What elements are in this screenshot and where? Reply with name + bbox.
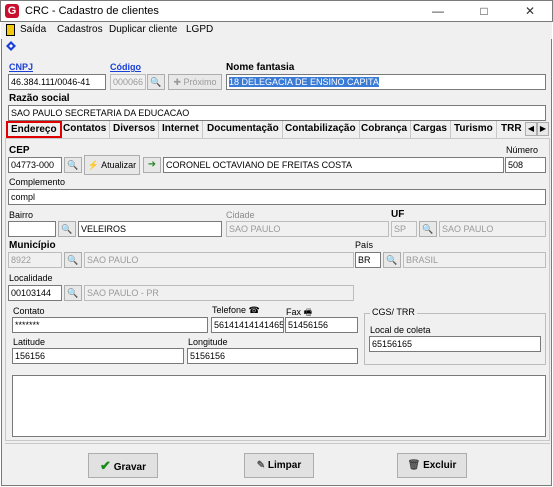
observacoes-textarea[interactable]: [12, 375, 546, 437]
localidade-search-button[interactable]: 🔍: [64, 285, 82, 301]
bairro-input[interactable]: VELEIROS: [78, 221, 222, 237]
localidade-label: Localidade: [9, 273, 53, 283]
longitude-input[interactable]: 5156156: [187, 348, 358, 364]
numero-input[interactable]: 508: [505, 157, 546, 173]
tab-documentacao[interactable]: Documentação: [204, 121, 283, 138]
codigo-search-button[interactable]: 🔍: [147, 74, 165, 90]
tab-endereco[interactable]: Endereço: [6, 121, 62, 138]
navigate-icon[interactable]: [6, 41, 16, 51]
cgs-trr-label: CGS/ TRR: [370, 307, 417, 317]
trash-icon: 🗑: [407, 460, 421, 471]
complemento-label: Complemento: [9, 177, 66, 187]
uf-search-button[interactable]: 🔍: [419, 221, 437, 237]
nome-fantasia-input[interactable]: 18 DELEGACIA DE ENSINO CAPITA: [226, 74, 546, 90]
numero-label: Número: [506, 145, 539, 155]
latitude-input[interactable]: 156156: [12, 348, 184, 364]
cidade-input[interactable]: SAO PAULO: [226, 221, 389, 237]
contato-label: Contato: [13, 306, 45, 316]
tab-scroll-left-button[interactable]: ◀: [525, 122, 537, 136]
pais-search-button[interactable]: 🔍: [383, 252, 401, 268]
nome-fantasia-label: Nome fantasia: [226, 62, 295, 73]
app-logo-icon: G: [5, 4, 19, 18]
menu-cadastros[interactable]: Cadastros: [57, 24, 103, 35]
cidade-label: Cidade: [226, 210, 255, 220]
uf-name-input[interactable]: SAO PAULO: [439, 221, 546, 237]
latitude-label: Latitude: [13, 337, 46, 347]
tab-contatos[interactable]: Contatos: [60, 121, 111, 138]
tab-turismo[interactable]: Turismo: [451, 121, 497, 138]
phone-icon: ☎: [248, 305, 260, 315]
pais-label: País: [355, 240, 374, 250]
menu-duplicar-cliente[interactable]: Duplicar cliente: [109, 24, 177, 35]
razao-social-input[interactable]: SAO PAULO SECRETARIA DA EDUCACAO: [8, 105, 546, 121]
tab-internet[interactable]: Internet: [159, 121, 203, 138]
bairro-code-input[interactable]: [8, 221, 56, 237]
menu-saida[interactable]: Saída: [20, 24, 46, 35]
excluir-label: Excluir: [423, 460, 457, 471]
cnpj-input[interactable]: 46.384.111/0046-41: [8, 74, 106, 90]
cnpj-label[interactable]: CNPJ: [9, 62, 33, 72]
local-coleta-input[interactable]: 65156165: [369, 336, 541, 352]
bairro-search-button[interactable]: 🔍: [58, 221, 76, 237]
razao-social-label: Razão social: [9, 93, 70, 104]
localidade-input[interactable]: SAO PAULO - PR: [84, 285, 354, 301]
gravar-button[interactable]: ✔ Gravar: [88, 453, 158, 478]
tab-trr[interactable]: TRR: [498, 121, 525, 138]
logradouro-input[interactable]: CORONEL OCTAVIANO DE FREITAS COSTA: [163, 157, 504, 173]
municipio-label: Município: [9, 240, 56, 251]
cep-search-button[interactable]: 🔍: [64, 157, 82, 173]
eraser-icon: ✎: [256, 460, 266, 471]
bairro-label: Bairro: [9, 210, 34, 220]
telefone-label: Telefone ☎: [212, 305, 260, 315]
pais-input[interactable]: BRASIL: [403, 252, 546, 268]
municipio-input[interactable]: SAO PAULO: [84, 252, 354, 268]
atualizar-button[interactable]: ⚡ Atualizar: [84, 155, 140, 175]
exit-door-icon: [6, 24, 15, 36]
longitude-label: Longitude: [188, 337, 228, 347]
check-icon: ✔: [100, 458, 111, 473]
pais-code-input[interactable]: BR: [355, 252, 381, 268]
telefone-input[interactable]: 56141414141465: [211, 317, 284, 333]
tab-scroll-right-button[interactable]: ▶: [537, 122, 549, 136]
tab-cargas[interactable]: Cargas: [410, 121, 451, 138]
maximize-button[interactable]: □: [461, 1, 507, 22]
tab-diversos[interactable]: Diversos: [110, 121, 160, 138]
local-coleta-label: Local de coleta: [370, 325, 431, 335]
limpar-label: Limpar: [267, 460, 302, 471]
municipio-search-button[interactable]: 🔍: [64, 252, 82, 268]
minimize-button[interactable]: —: [415, 1, 461, 22]
contato-input[interactable]: *******: [12, 317, 208, 333]
title-bar: G CRC - Cadastro de clientes — □ ✕: [0, 0, 553, 22]
tab-contabilizacao[interactable]: Contabilização: [282, 121, 360, 138]
uf-label: UF: [391, 209, 405, 220]
cep-label: CEP: [9, 145, 30, 156]
tab-cobranca[interactable]: Cobrança: [358, 121, 412, 138]
lightning-icon: ⚡: [87, 160, 100, 170]
proximo-label: Próximo: [183, 77, 217, 87]
uf-input[interactable]: SP: [391, 221, 417, 237]
cep-input[interactable]: 04773-000: [8, 157, 62, 173]
fax-icon: 🖷: [303, 307, 313, 317]
form-area: CNPJ 46.384.111/0046-41 Código 000066 🔍 …: [1, 39, 552, 486]
tab-strip: Endereço Contatos Diversos Internet Docu…: [5, 121, 550, 138]
menu-lgpd[interactable]: LGPD: [186, 24, 213, 35]
complemento-input[interactable]: compl: [8, 189, 546, 205]
atualizar-label: Atualizar: [101, 160, 137, 170]
codigo-label[interactable]: Código: [110, 62, 141, 72]
proximo-button[interactable]: ✚ Próximo: [168, 74, 222, 90]
limpar-button[interactable]: ✎ Limpar: [244, 453, 314, 478]
excluir-button[interactable]: 🗑 Excluir: [397, 453, 467, 478]
copy-address-button[interactable]: ➜: [143, 157, 161, 173]
close-button[interactable]: ✕: [507, 1, 553, 22]
nome-fantasia-selection: 18 DELEGACIA DE ENSINO CAPITA: [229, 77, 379, 87]
localidade-code-input[interactable]: 00103144: [8, 285, 62, 301]
footer-divider: [5, 443, 550, 444]
window-title: CRC - Cadastro de clientes: [25, 5, 159, 17]
gravar-label: Gravar: [113, 462, 146, 473]
codigo-input[interactable]: 000066: [110, 74, 146, 90]
fax-input[interactable]: 51456156: [285, 317, 358, 333]
menu-bar: Saída Cadastros Duplicar cliente LGPD: [1, 22, 552, 39]
municipio-code-input[interactable]: 8922: [8, 252, 62, 268]
